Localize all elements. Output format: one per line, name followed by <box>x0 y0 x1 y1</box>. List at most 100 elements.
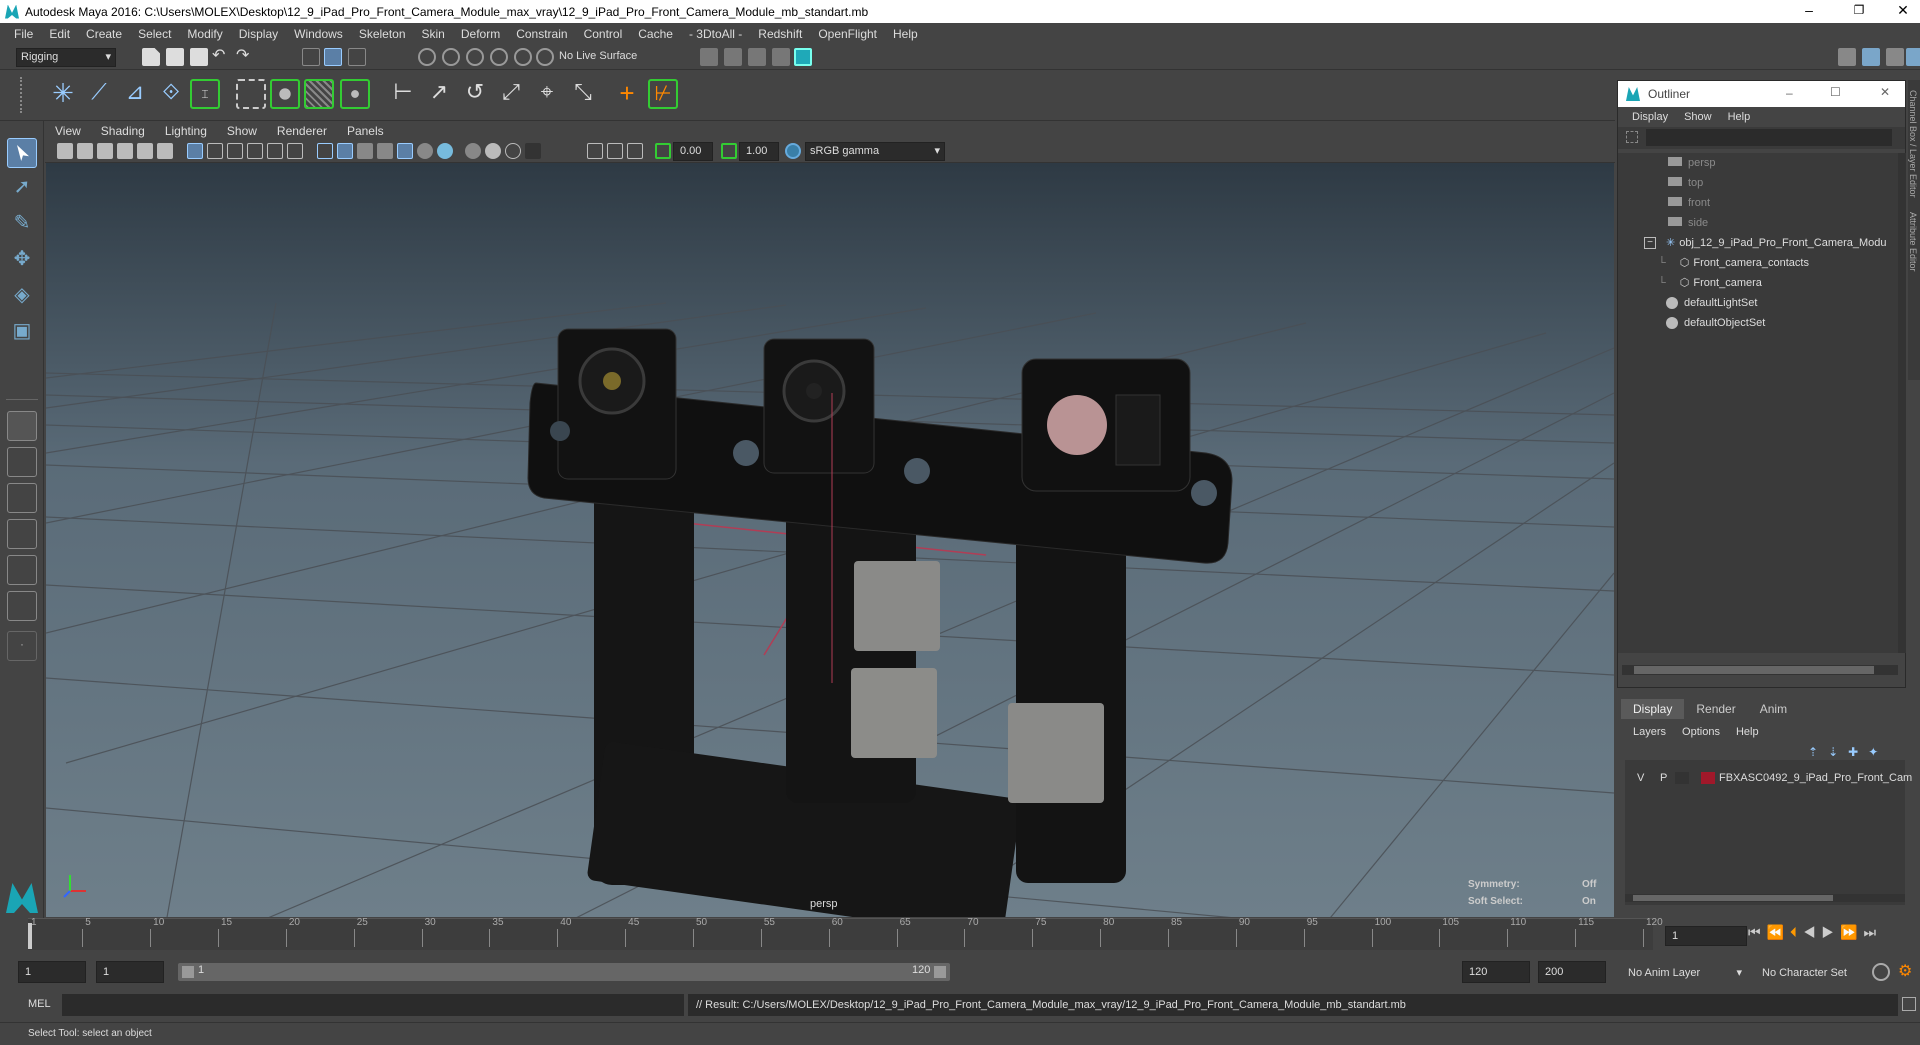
exposure-field[interactable]: 0.00 <box>673 142 713 161</box>
toggle-attribute-editor-icon[interactable] <box>1862 48 1880 66</box>
persp-outliner-layout-icon[interactable] <box>7 483 37 513</box>
layer-horizontal-scrollbar[interactable] <box>1625 894 1905 902</box>
film-gate-icon[interactable] <box>207 143 223 159</box>
redo-icon[interactable]: ↷ <box>236 48 254 66</box>
ipr-render-icon[interactable] <box>748 48 766 66</box>
current-frame-field[interactable]: 1 <box>1665 926 1747 946</box>
custom-layout-icon[interactable]: · <box>7 631 37 661</box>
outliner-vertical-scrollbar[interactable] <box>1898 153 1906 653</box>
panel-menu-lighting[interactable]: Lighting <box>155 124 217 138</box>
move-layer-up-icon[interactable]: ⇡ <box>1808 745 1828 759</box>
toggle-modeling-toolkit-icon[interactable] <box>1838 48 1856 66</box>
layer-menu-options[interactable]: Options <box>1674 726 1728 738</box>
colorspace-dropdown[interactable]: sRGB gamma ▾ <box>805 142 945 161</box>
persp-uv-layout-icon[interactable] <box>7 591 37 621</box>
gate-mask-icon[interactable] <box>247 143 263 159</box>
textured-icon[interactable] <box>377 143 393 159</box>
range-start-handle[interactable] <box>182 966 194 978</box>
wireframe-icon[interactable] <box>317 143 333 159</box>
anti-aliasing-icon[interactable] <box>485 143 501 159</box>
go-to-start-icon[interactable]: ⏮ <box>1748 924 1767 940</box>
hypershade-icon[interactable] <box>794 48 812 66</box>
single-perspective-view-icon[interactable] <box>7 411 37 441</box>
menu-control[interactable]: Control <box>576 27 631 41</box>
layer-state-toggle[interactable] <box>1675 772 1689 784</box>
shelf-tab-handle-icon[interactable] <box>20 77 28 113</box>
filter-icon[interactable] <box>1626 131 1638 143</box>
move-tool-icon[interactable]: ✥ <box>7 246 37 276</box>
menu-skin[interactable]: Skin <box>414 27 453 41</box>
current-time-indicator[interactable] <box>28 923 32 949</box>
gamma-field[interactable]: 1.00 <box>739 142 779 161</box>
menu-modify[interactable]: Modify <box>179 27 230 41</box>
outliner-horizontal-scrollbar[interactable] <box>1622 665 1898 675</box>
gamma-icon[interactable] <box>721 143 737 159</box>
image-plane-icon[interactable] <box>117 143 133 159</box>
set-driven-key-icon[interactable]: ⊬ <box>648 79 678 109</box>
step-back-frame-icon[interactable]: ⏴ <box>1790 924 1803 940</box>
range-end-handle[interactable] <box>934 966 946 978</box>
xray-active-icon[interactable] <box>607 143 623 159</box>
rotate-tool-icon[interactable]: ◈ <box>7 282 37 312</box>
menu-openflight[interactable]: OpenFlight <box>810 27 885 41</box>
layer-visibility-toggle[interactable]: V <box>1637 768 1644 788</box>
perspective-viewport[interactable]: persp Symmetry: Off Soft Select: On <box>46 163 1614 917</box>
outliner-titlebar[interactable]: Outliner – ☐ ✕ <box>1618 81 1905 107</box>
anim-layer-dropdown[interactable]: No Anim Layer ▾ <box>1628 963 1748 983</box>
menu-edit[interactable]: Edit <box>41 27 78 41</box>
lattice-icon[interactable] <box>304 79 334 109</box>
script-language-toggle[interactable]: MEL <box>28 998 51 1010</box>
paint-select-tool-icon[interactable]: ✎ <box>7 210 37 240</box>
grid-toggle-icon[interactable] <box>187 143 203 159</box>
camera-module-model[interactable] <box>527 328 1233 917</box>
outliner-menu-display[interactable]: Display <box>1624 111 1676 123</box>
snap-curve-icon[interactable] <box>442 48 460 66</box>
toggle-tool-settings-icon[interactable] <box>1886 48 1904 66</box>
layer-menu-layers[interactable]: Layers <box>1625 726 1674 738</box>
bookmarks-icon[interactable] <box>97 143 113 159</box>
ik-spline-icon[interactable]: ⊿ <box>120 79 150 109</box>
shadows-icon[interactable] <box>417 143 433 159</box>
depth-of-field-icon[interactable] <box>505 143 521 159</box>
cluster-icon[interactable] <box>340 79 370 109</box>
range-slider[interactable]: 1 120 <box>178 963 950 981</box>
isolate-select-icon[interactable] <box>525 143 541 159</box>
render-view-icon[interactable] <box>700 48 718 66</box>
persp-graph-layout-icon[interactable] <box>7 519 37 549</box>
animation-end-field[interactable]: 200 <box>1538 961 1606 983</box>
resolution-gate-icon[interactable] <box>227 143 243 159</box>
render-settings-icon[interactable] <box>772 48 790 66</box>
mirror-joint-icon[interactable]: ⌶ <box>190 79 220 109</box>
panel-menu-view[interactable]: View <box>45 124 91 138</box>
restore-button[interactable]: ❐ <box>1836 0 1882 23</box>
tab-display[interactable]: Display <box>1621 699 1685 719</box>
outliner-item-default-light-set[interactable]: defaultLightSet <box>1666 293 1757 313</box>
menu-create[interactable]: Create <box>78 27 130 41</box>
step-forward-key-icon[interactable]: ⏩ <box>1840 924 1863 940</box>
parent-constraint-icon[interactable]: ⌖ <box>532 79 562 109</box>
outliner-item-persp[interactable]: persp <box>1668 153 1716 173</box>
select-component-icon[interactable] <box>348 48 366 66</box>
outliner-item-top[interactable]: top <box>1668 173 1703 193</box>
tab-anim[interactable]: Anim <box>1748 699 1799 719</box>
joint-tool-icon[interactable]: ✳ <box>48 79 78 109</box>
snap-view-icon[interactable] <box>490 48 508 66</box>
motion-blur-icon[interactable] <box>465 143 481 159</box>
ik-handle-icon[interactable]: ⟋ <box>84 79 114 109</box>
menu-skeleton[interactable]: Skeleton <box>351 27 414 41</box>
layer-name[interactable]: FBXASC0492_9_iPad_Pro_Front_Cam <box>1719 768 1912 788</box>
outliner-search-input[interactable] <box>1646 129 1892 146</box>
snap-grid-icon[interactable] <box>418 48 436 66</box>
menu-redshift[interactable]: Redshift <box>750 27 810 41</box>
four-view-layout-icon[interactable] <box>7 447 37 477</box>
select-hierarchy-icon[interactable] <box>302 48 320 66</box>
new-layer-icon[interactable]: ✚ <box>1848 745 1868 759</box>
persp-hypershade-layout-icon[interactable] <box>7 555 37 585</box>
panel-menu-shading[interactable]: Shading <box>91 124 155 138</box>
xray-joints-icon[interactable] <box>627 143 643 159</box>
menu-file[interactable]: File <box>6 27 41 41</box>
animation-start-field[interactable]: 1 <box>18 961 86 983</box>
outliner-item-group[interactable]: − ✳ obj_12_9_iPad_Pro_Front_Camera_Modu <box>1644 233 1887 253</box>
outliner-item-front[interactable]: front <box>1668 193 1710 213</box>
point-constraint-icon[interactable]: ⊢ <box>388 79 418 109</box>
